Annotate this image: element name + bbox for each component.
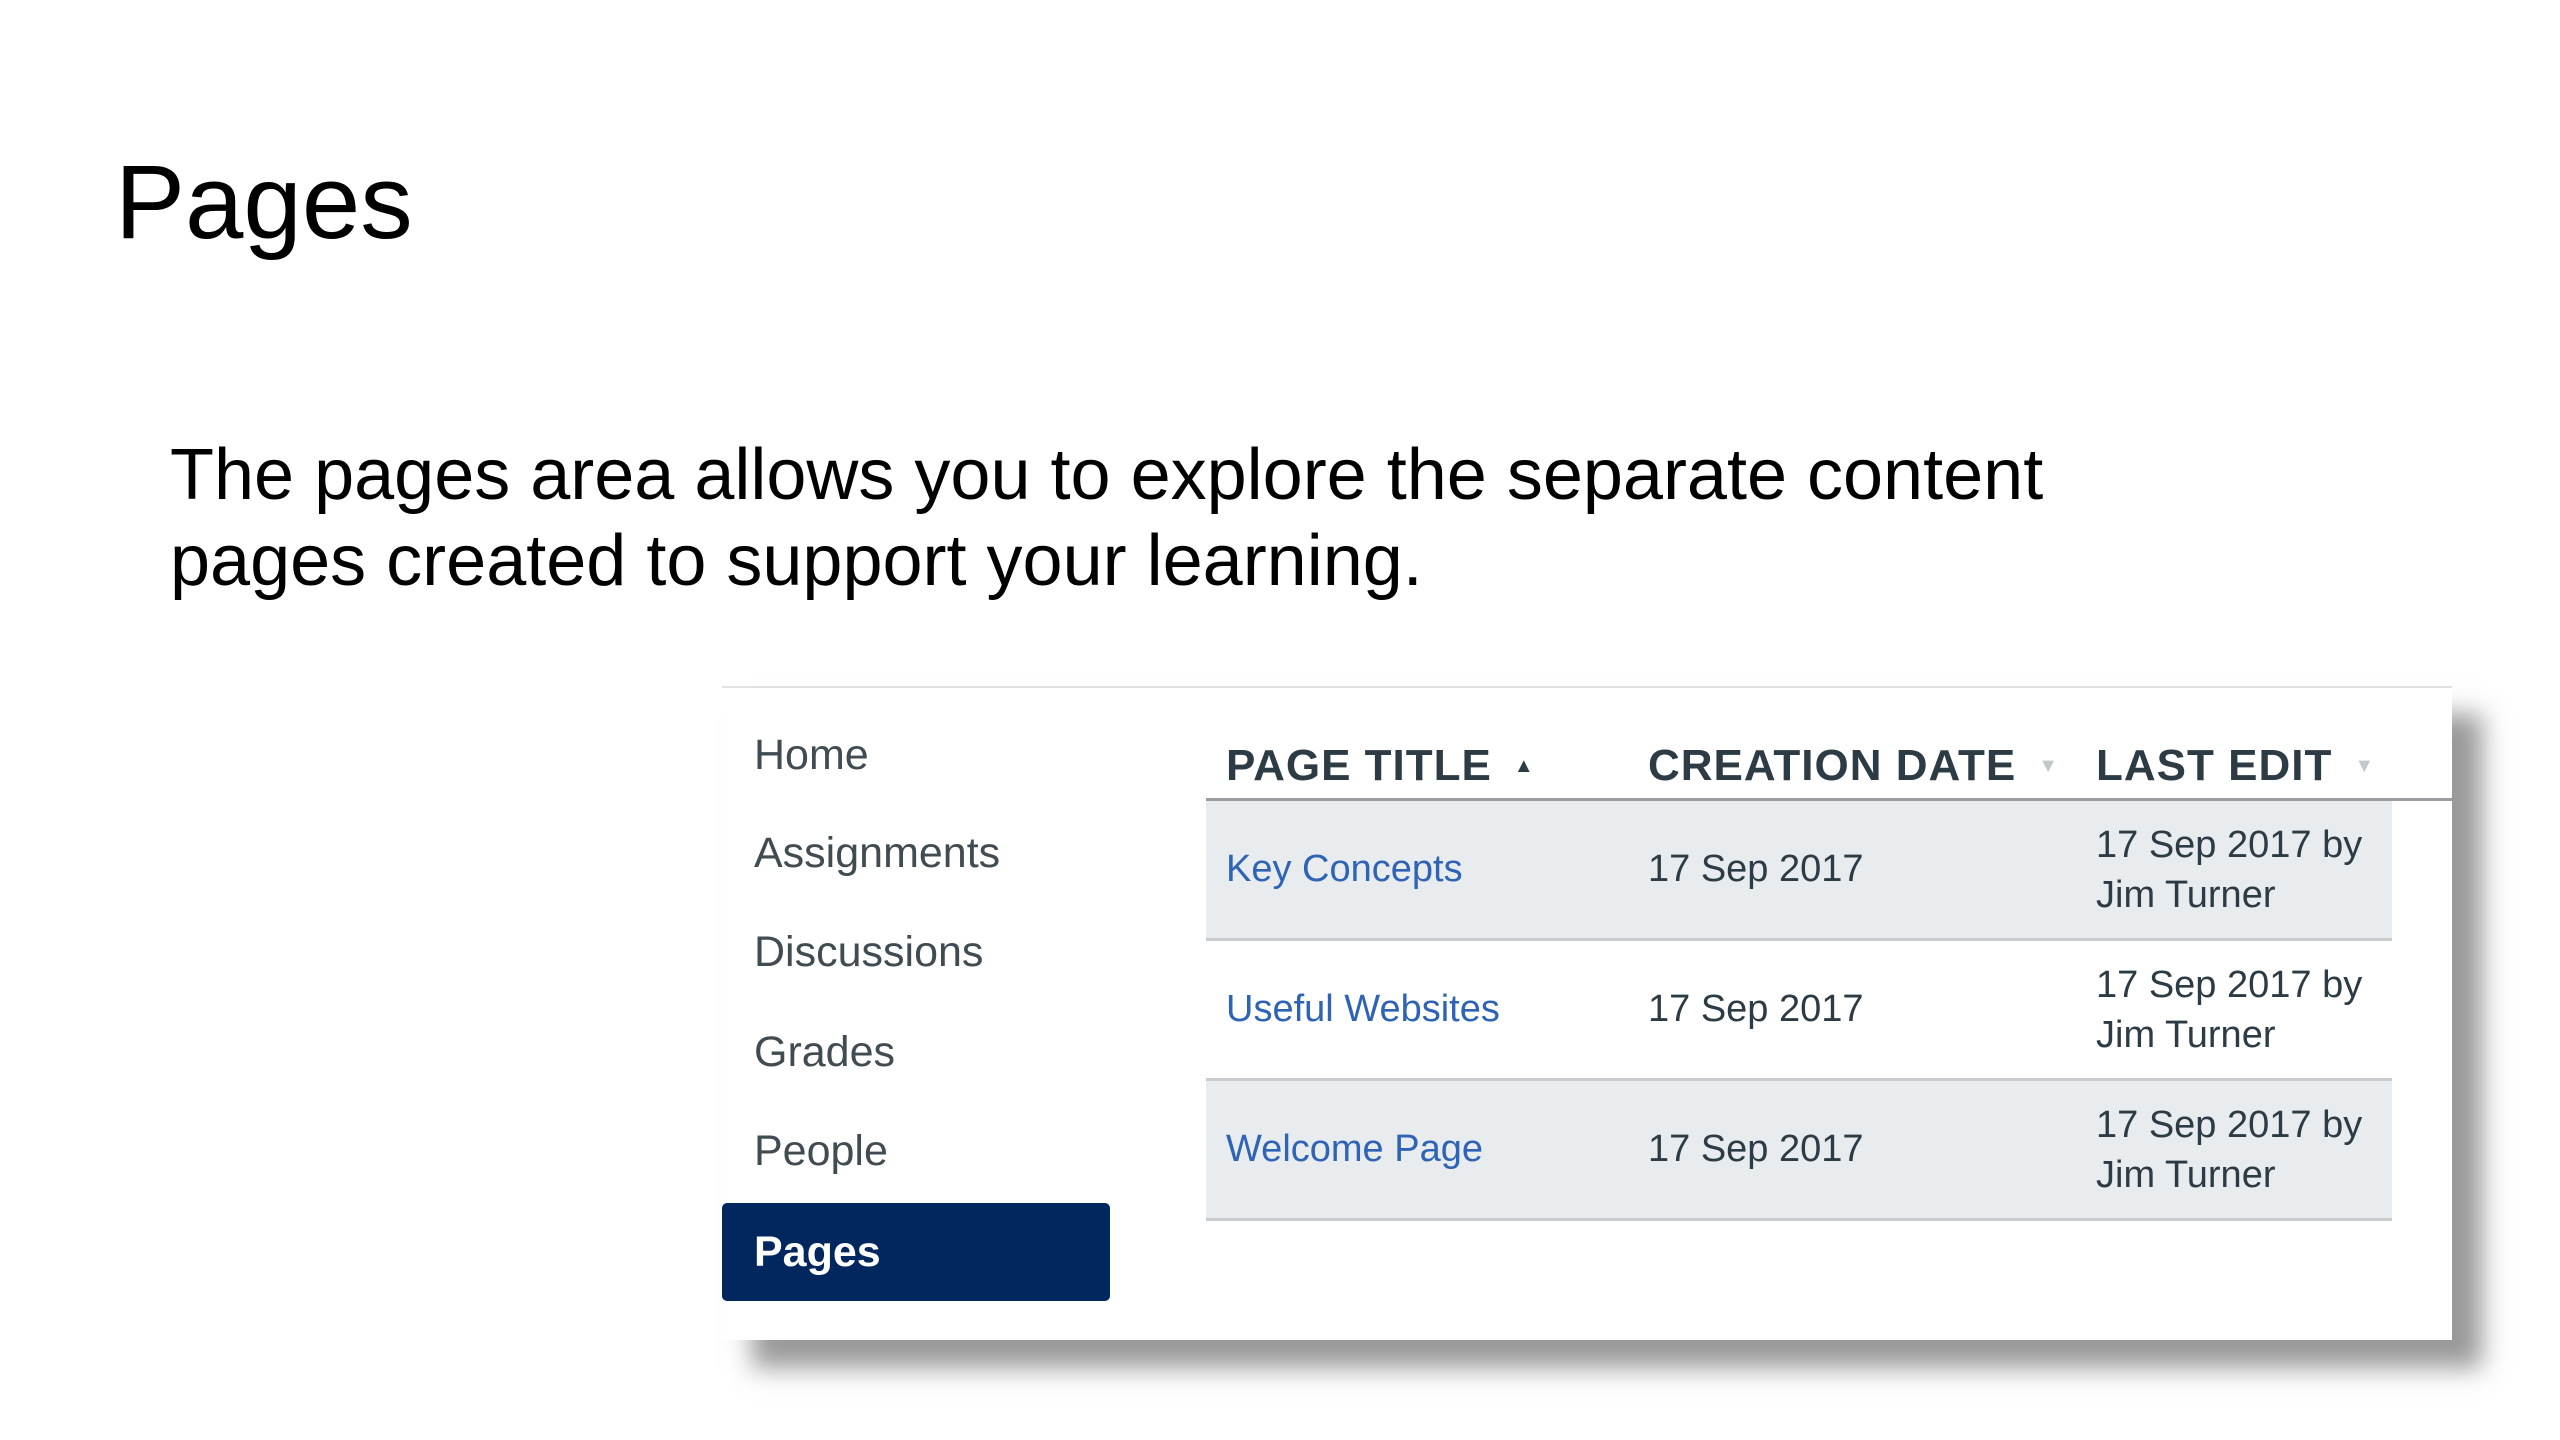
table-row: Key Concepts 17 Sep 2017 17 Sep 2017 by … (1206, 801, 2392, 941)
last-edit: 17 Sep 2017 by Jim Turner (2096, 801, 2362, 938)
column-header-label: LAST EDIT (2096, 741, 2333, 790)
sort-ascending-icon: ▲ (1513, 754, 1535, 777)
column-header-label: PAGE TITLE (1226, 741, 1492, 790)
column-header-creation-date[interactable]: CREATION DATE ▼ (1648, 738, 2059, 794)
sort-unsorted-icon: ▼ (2038, 754, 2060, 777)
slide: Pages The pages area allows you to explo… (0, 0, 2560, 1440)
pages-table: PAGE TITLE ▲ CREATION DATE ▼ LAST EDIT ▼… (1206, 688, 2452, 1340)
slide-body-line: The pages area allows you to explore the… (170, 435, 2044, 515)
table-header: PAGE TITLE ▲ CREATION DATE ▼ LAST EDIT ▼ (1206, 738, 2452, 801)
last-edit-date: 17 Sep 2017 by (2096, 1103, 2363, 1146)
nav-item-pages[interactable]: Pages (722, 1203, 1110, 1301)
nav-item-grades[interactable]: Grades (722, 1003, 1110, 1101)
page-title-link[interactable]: Useful Websites (1226, 941, 1500, 1078)
course-nav: Home Assignments Discussions Grades Peop… (722, 688, 1110, 1340)
last-edit-date: 17 Sep 2017 by (2096, 963, 2363, 1006)
nav-item-assignments[interactable]: Assignments (722, 804, 1110, 902)
creation-date: 17 Sep 2017 (1648, 848, 1864, 890)
last-edit-author: Jim Turner (2096, 1013, 2276, 1056)
column-header-label: CREATION DATE (1648, 741, 2017, 790)
page-title-link[interactable]: Welcome Page (1226, 1081, 1483, 1218)
slide-body: The pages area allows you to explore the… (170, 432, 2170, 604)
column-header-page-title[interactable]: PAGE TITLE ▲ (1226, 738, 1535, 794)
last-edit-author: Jim Turner (2096, 1153, 2276, 1196)
slide-body-line: pages created to support your learning. (170, 521, 1423, 601)
page-title-link[interactable]: Key Concepts (1226, 801, 1463, 938)
column-header-last-edit[interactable]: LAST EDIT ▼ (2096, 738, 2375, 794)
last-edit: 17 Sep 2017 by Jim Turner (2096, 1081, 2362, 1218)
slide-title: Pages (115, 144, 413, 261)
last-edit-date: 17 Sep 2017 by (2096, 823, 2363, 866)
nav-item-home[interactable]: Home (722, 706, 1110, 804)
pages-screenshot: Home Assignments Discussions Grades Peop… (722, 686, 2452, 1340)
nav-item-discussions[interactable]: Discussions (722, 903, 1110, 1001)
nav-item-people[interactable]: People (722, 1102, 1110, 1200)
table-row: Useful Websites 17 Sep 2017 17 Sep 2017 … (1206, 941, 2392, 1081)
creation-date: 17 Sep 2017 (1648, 1128, 1864, 1170)
last-edit-author: Jim Turner (2096, 873, 2276, 916)
last-edit: 17 Sep 2017 by Jim Turner (2096, 941, 2362, 1078)
creation-date: 17 Sep 2017 (1648, 988, 1864, 1030)
sort-unsorted-icon: ▼ (2354, 754, 2376, 777)
table-row: Welcome Page 17 Sep 2017 17 Sep 2017 by … (1206, 1081, 2392, 1221)
